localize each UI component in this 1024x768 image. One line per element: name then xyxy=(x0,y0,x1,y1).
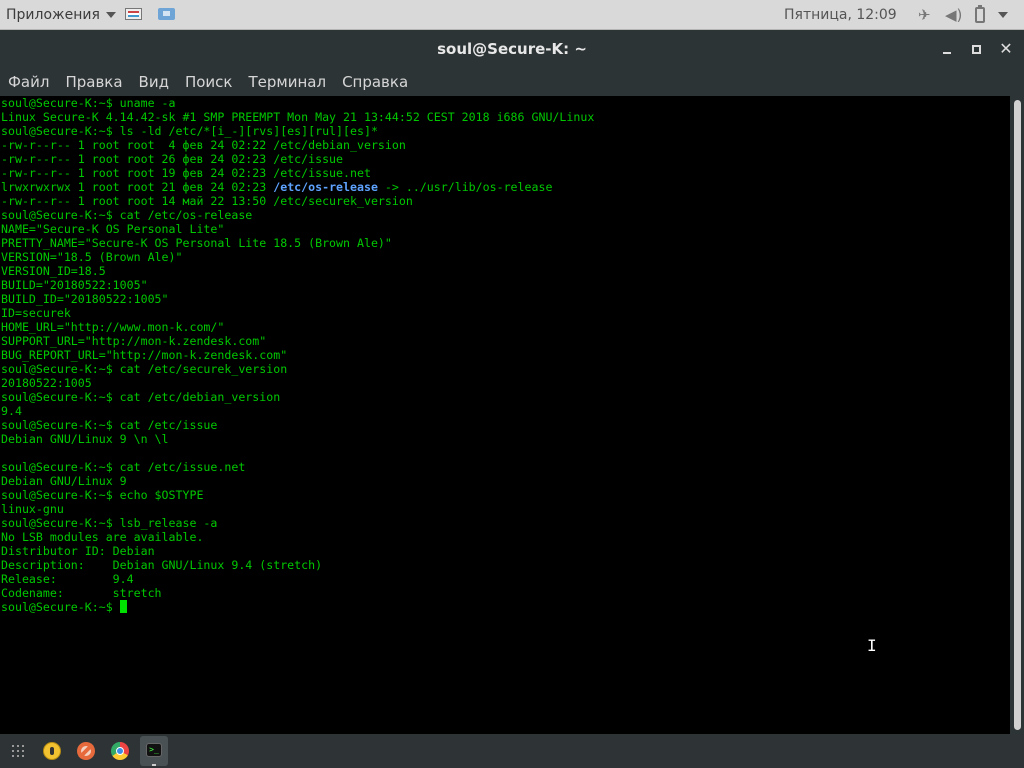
terminal-line: HOME_URL="http://www.mon-k.com/" xyxy=(1,320,225,334)
terminal-glyph: >_ xyxy=(146,743,162,757)
menu-search[interactable]: Поиск xyxy=(177,68,241,96)
network-icon[interactable]: ✈ xyxy=(918,6,931,24)
terminal-line: -rw-r--r-- 1 root root 4 фев 24 02:22 /e… xyxy=(1,138,406,152)
terminal-lines: soul@Secure-K:~$ uname -a Linux Secure-K … xyxy=(1,96,594,614)
terminal-line: BUILD="20180522:1005" xyxy=(1,278,148,292)
volume-icon[interactable]: ◀) xyxy=(945,6,962,24)
terminal-line: soul@Secure-K:~$ ls -ld /etc/*[i_-][rvs]… xyxy=(1,124,378,138)
terminal-line: -rw-r--r-- 1 root root 19 фев 24 02:23 /… xyxy=(1,166,371,180)
window-icon[interactable] xyxy=(158,8,175,20)
terminal-line: soul@Secure-K:~$ uname -a xyxy=(1,96,176,110)
symlink-name: /etc/os-release xyxy=(273,180,378,194)
terminal-line: Debian GNU/Linux 9 \n \l xyxy=(1,432,169,446)
terminal-line: Distributor ID: Debian xyxy=(1,544,155,558)
terminal-line: VERSION="18.5 (Brown Ale)" xyxy=(1,250,183,264)
terminal-line: lrwxrwxrwx 1 root root 21 фев 24 02:23 /… xyxy=(1,180,553,194)
text-cursor-icon: I xyxy=(867,636,877,655)
files-icon[interactable] xyxy=(125,8,142,20)
terminal-line: Debian GNU/Linux 9 xyxy=(1,474,127,488)
terminal-scrollbar[interactable] xyxy=(1010,96,1024,734)
terminal-line: BUG_REPORT_URL="http://mon-k.zendesk.com… xyxy=(1,348,288,362)
terminal-cursor xyxy=(119,600,127,613)
terminal-prompt: soul@Secure-K:~$ xyxy=(1,600,120,614)
dock: >_ xyxy=(0,734,1024,768)
terminal-line: -rw-r--r-- 1 root root 26 фев 24 02:23 /… xyxy=(1,152,344,166)
close-button[interactable]: ✕ xyxy=(996,39,1016,59)
terminal-line: soul@Secure-K:~$ echo $OSTYPE xyxy=(1,488,204,502)
maximize-button[interactable] xyxy=(966,39,986,59)
chevron-down-icon xyxy=(105,12,116,18)
terminal-icon[interactable]: >_ xyxy=(140,736,168,766)
applications-menu-label: Приложения xyxy=(6,7,100,23)
terminal-line: 20180522:1005 xyxy=(1,376,92,390)
terminal-line: soul@Secure-K:~$ cat /etc/securek_versio… xyxy=(1,362,288,376)
window-titlebar[interactable]: soul@Secure-K: ~ ✕ xyxy=(0,30,1024,68)
clock[interactable]: Пятница, 12:09 xyxy=(784,0,897,30)
terminal-line: Codename: stretch xyxy=(1,586,162,600)
browser-icon[interactable] xyxy=(108,739,132,763)
terminal-line: soul@Secure-K:~$ cat /etc/issue xyxy=(1,418,218,432)
menu-view[interactable]: Вид xyxy=(131,68,177,96)
menu-help[interactable]: Справка xyxy=(334,68,416,96)
scrollbar-thumb[interactable] xyxy=(1014,100,1021,730)
running-indicator xyxy=(152,764,156,766)
symlink-target: -> ../usr/lib/os-release xyxy=(377,180,553,194)
terminal-line: soul@Secure-K:~$ cat /etc/os-release xyxy=(1,208,253,222)
minimize-icon xyxy=(943,52,951,54)
terminal-line: soul@Secure-K:~$ lsb_release -a xyxy=(1,516,218,530)
terminal-output[interactable]: soul@Secure-K:~$ uname -a Linux Secure-K … xyxy=(0,96,1010,734)
terminal-line: soul@Secure-K:~$ cat /etc/issue.net xyxy=(1,460,246,474)
menu-terminal[interactable]: Терминал xyxy=(240,68,334,96)
red-app-icon[interactable] xyxy=(74,739,98,763)
terminal-line: -rw-r--r-- 1 root root 14 май 22 13:50 /… xyxy=(1,194,413,208)
terminal-line: 9.4 xyxy=(1,404,22,418)
terminal-line: Release: 9.4 xyxy=(1,572,134,586)
menu-file[interactable]: Файл xyxy=(0,68,57,96)
maximize-icon xyxy=(971,45,981,54)
terminal-line: soul@Secure-K:~$ cat /etc/debian_version xyxy=(1,390,281,404)
yellow-app-icon[interactable] xyxy=(40,739,64,763)
top-panel: Приложения Пятница, 12:09 ✈ ◀) xyxy=(0,0,1024,30)
terminal-line: ID=securek xyxy=(1,306,71,320)
menubar: Файл Правка Вид Поиск Терминал Справка xyxy=(0,68,1024,96)
window-title: soul@Secure-K: ~ xyxy=(437,40,587,58)
terminal-line: PRETTY_NAME="Secure-K OS Personal Lite 1… xyxy=(1,236,392,250)
terminal-line: BUILD_ID="20180522:1005" xyxy=(1,292,169,306)
terminal-line: SUPPORT_URL="http://mon-k.zendesk.com" xyxy=(1,334,267,348)
show-apps-icon[interactable] xyxy=(6,739,30,763)
applications-menu[interactable]: Приложения xyxy=(6,0,116,30)
terminal-line: NAME="Secure-K OS Personal Lite" xyxy=(1,222,225,236)
terminal-line: VERSION_ID=18.5 xyxy=(1,264,106,278)
terminal-line: linux-gnu xyxy=(1,502,64,516)
system-menu-caret-icon[interactable] xyxy=(998,12,1008,18)
terminal-prompt-line[interactable]: soul@Secure-K:~$ xyxy=(1,600,594,614)
minimize-button[interactable] xyxy=(937,39,957,59)
battery-icon[interactable] xyxy=(975,5,985,23)
terminal-line: No LSB modules are available. xyxy=(1,530,204,544)
menu-edit[interactable]: Правка xyxy=(57,68,130,96)
terminal-line: Linux Secure-K 4.14.42-sk #1 SMP PREEMPT… xyxy=(1,110,595,124)
terminal-line: Description: Debian GNU/Linux 9.4 (stret… xyxy=(1,558,323,572)
